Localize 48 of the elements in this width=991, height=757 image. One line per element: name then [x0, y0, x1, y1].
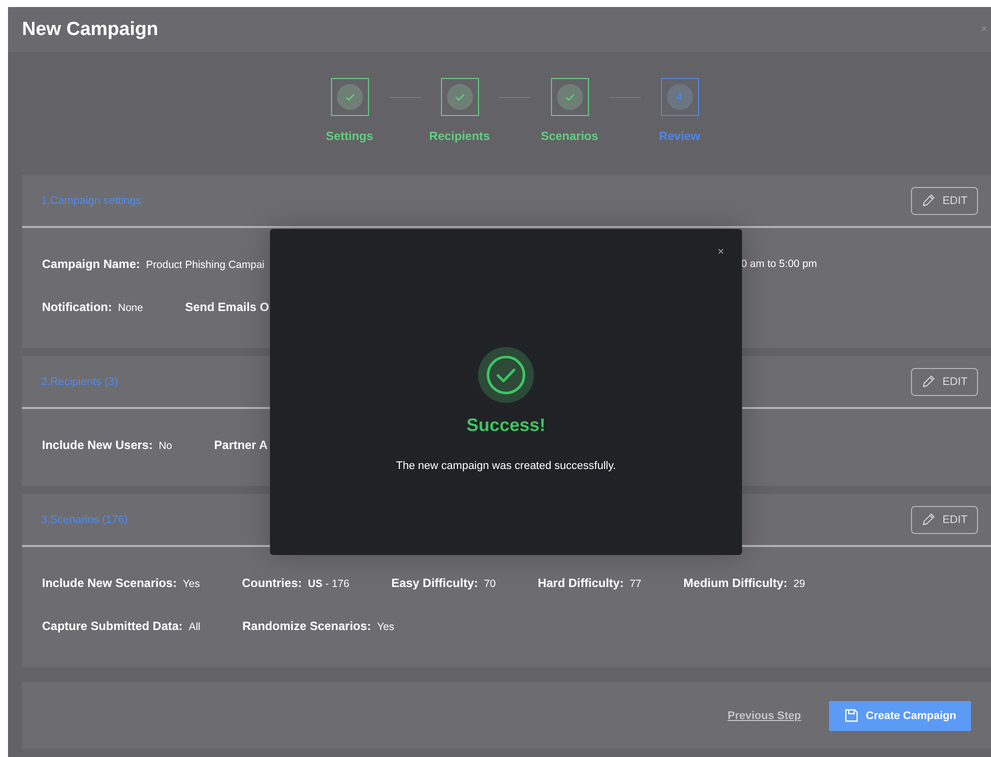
field-label: Include New Users: [42, 438, 153, 452]
save-icon [844, 708, 859, 723]
edit-button[interactable]: EDIT [911, 186, 978, 214]
step-indicator[interactable] [330, 78, 368, 116]
field-value: 77 [630, 578, 642, 590]
previous-step-link[interactable]: Previous Step [728, 710, 801, 722]
field-value: 70 [484, 578, 496, 590]
step-number: 4 [676, 92, 682, 102]
step-label: Recipients [429, 129, 490, 143]
step-indicator[interactable] [440, 78, 478, 116]
section-title: 2.Recipients (3) [41, 376, 118, 388]
field-value: None [118, 302, 144, 314]
pencil-icon [921, 512, 936, 527]
field-label: Easy Difficulty: [391, 576, 478, 590]
field-value: Product Phishing Campai [146, 259, 265, 271]
field-label: Partner A [214, 438, 268, 452]
field-label: Medium Difficulty: [683, 576, 788, 590]
edit-button[interactable]: EDIT [911, 506, 978, 534]
step-label: Review [658, 129, 700, 143]
field-value: US - 176 [308, 578, 350, 590]
field-value: 29 [793, 578, 806, 590]
field-label: Randomize Scenarios: [242, 619, 372, 633]
pencil-icon [921, 374, 936, 389]
field-value: Yes [377, 621, 394, 633]
close-button[interactable]: × [981, 24, 987, 35]
window-title: New Campaign [22, 18, 158, 40]
pencil-icon [921, 193, 936, 208]
step-label: Settings [326, 129, 374, 143]
section-title: 1.Campaign settings [41, 194, 142, 206]
field-label: Campaign Name: [42, 257, 140, 271]
success-check-icon [478, 347, 534, 403]
success-message: The new campaign was created successfully. [396, 460, 616, 472]
field-label: Capture Submitted Data: [42, 619, 183, 633]
step-indicator[interactable] [550, 78, 588, 116]
field-value: No [158, 440, 172, 452]
field-label: Send Emails O [185, 300, 270, 314]
section-title: 3.Scenarios (176) [41, 514, 128, 526]
step-label: Scenarios [540, 129, 598, 143]
close-button[interactable]: × [718, 246, 724, 258]
field-value: All [188, 621, 200, 633]
create-campaign-button[interactable]: Create Campaign [829, 700, 971, 730]
success-title: Success! [466, 415, 546, 436]
field-label: Include New Scenarios: [42, 576, 177, 590]
field-label: Hard Difficulty: [538, 576, 624, 590]
field-label: Countries: [242, 576, 302, 590]
edit-button[interactable]: EDIT [911, 368, 978, 396]
field-label: Notification: [42, 300, 112, 314]
field-value: Yes [182, 578, 200, 590]
